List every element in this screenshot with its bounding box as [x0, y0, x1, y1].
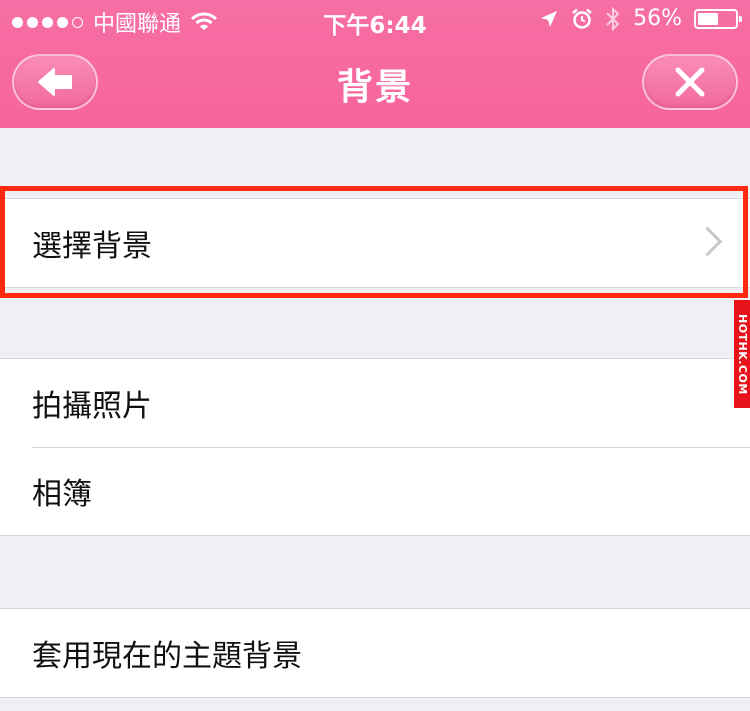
- watermark: HOTHK.COM: [734, 300, 750, 408]
- status-bar: 中國聯通 下午6:44 56%: [0, 0, 750, 40]
- album-label: 相簿: [32, 477, 92, 512]
- apply-theme-background-label: 套用現在的主題背景: [32, 639, 302, 674]
- select-background-label: 選擇背景: [32, 229, 152, 264]
- select-background-row[interactable]: 選擇背景: [0, 199, 750, 287]
- take-photo-label: 拍攝照片: [32, 389, 152, 424]
- location-arrow-icon: [541, 10, 558, 27]
- chevron-right-icon: [692, 226, 723, 257]
- header-bar: 中國聯通 下午6:44 56% 背景: [0, 0, 750, 128]
- apply-theme-background-row[interactable]: 套用現在的主題背景: [0, 609, 750, 697]
- battery-icon: [694, 8, 742, 29]
- bluetooth-icon: [606, 6, 620, 31]
- take-photo-row[interactable]: 拍攝照片: [0, 359, 750, 447]
- photo-source-group: 拍攝照片 相簿: [0, 358, 750, 536]
- album-row[interactable]: 相簿: [0, 447, 750, 535]
- page-title: 背景: [336, 67, 413, 108]
- alarm-clock-icon: [572, 8, 592, 29]
- status-right: 56%: [539, 6, 742, 31]
- battery-percent: 56%: [633, 6, 682, 31]
- battery-fill: [698, 12, 718, 25]
- theme-background-group: 套用現在的主題背景: [0, 608, 750, 698]
- background-select-group: 選擇背景: [0, 198, 750, 288]
- close-icon: [675, 67, 705, 97]
- close-button[interactable]: [642, 54, 738, 110]
